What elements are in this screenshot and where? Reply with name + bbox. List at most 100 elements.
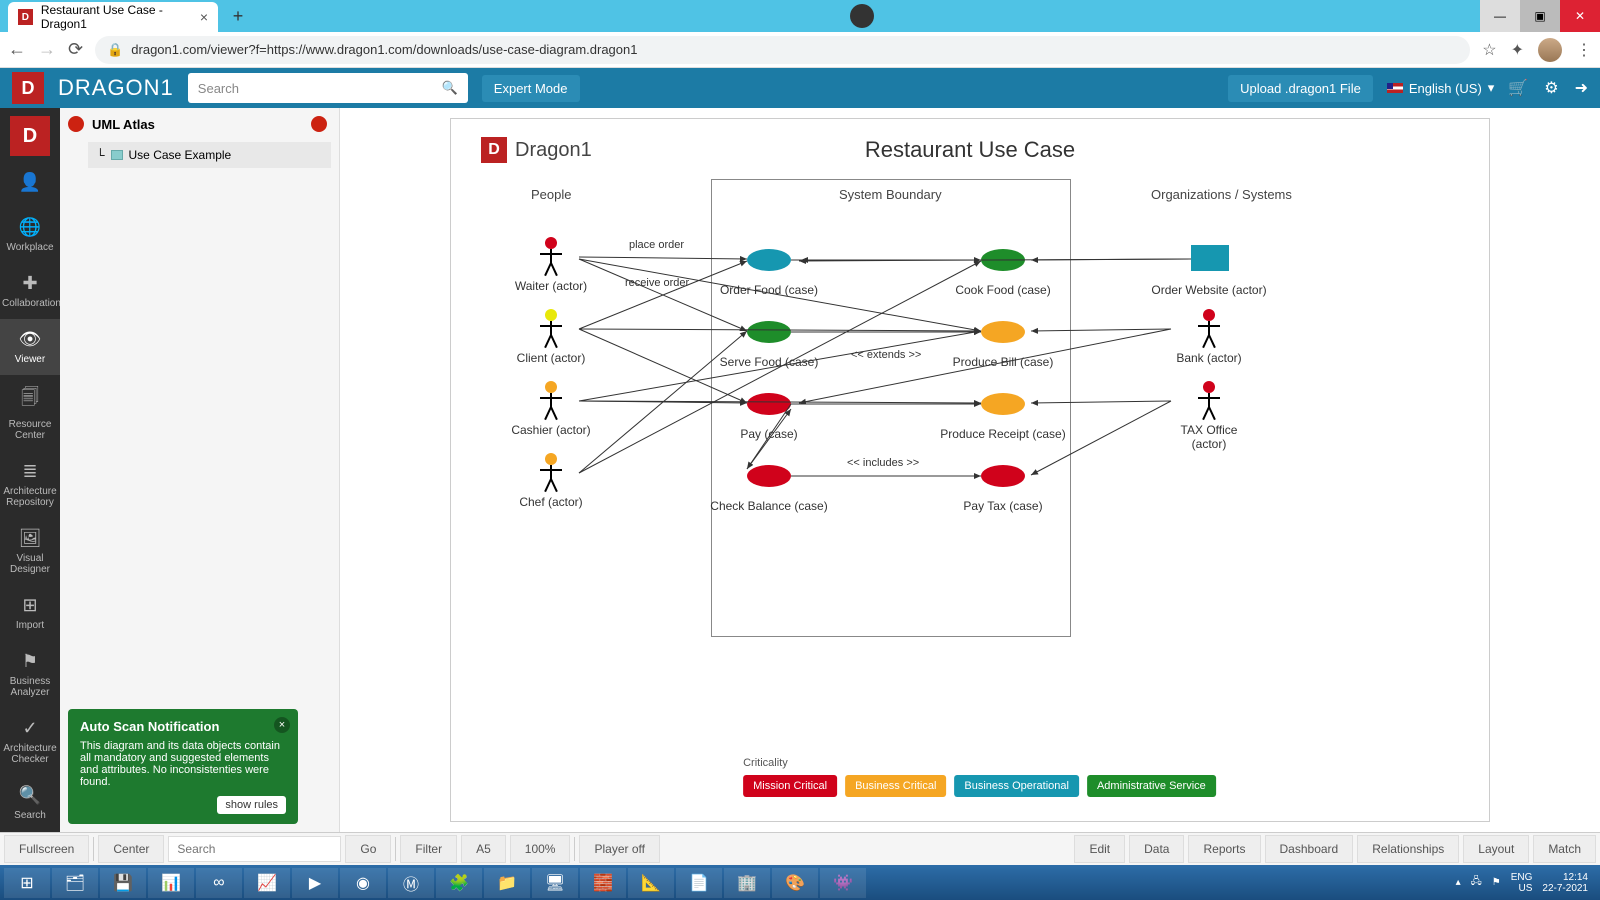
fullscreen-button[interactable]: Fullscreen	[4, 835, 89, 863]
nav-biz-analyzer[interactable]: ⚑Business Analyzer	[0, 641, 60, 708]
taskbar-folder[interactable]: 📁	[484, 868, 530, 898]
browser-tab[interactable]: D Restaurant Use Case - Dragon1 ×	[8, 2, 218, 32]
case-balance[interactable]	[747, 465, 791, 487]
expert-mode-button[interactable]: Expert Mode	[482, 75, 580, 102]
taskbar-app5[interactable]: 🖥	[532, 868, 578, 898]
window-max-button[interactable]: ▣	[1520, 0, 1560, 32]
profile-avatar[interactable]	[1538, 38, 1562, 62]
legend-mission: Mission Critical	[743, 775, 837, 797]
actor-tax[interactable]: TAX Office (actor)	[1169, 381, 1249, 451]
taskbar-mwb[interactable]: Ⓜ	[388, 868, 434, 898]
filter-button[interactable]: Filter	[400, 835, 457, 863]
star-icon[interactable]: ☆	[1482, 40, 1496, 60]
case-order[interactable]	[747, 249, 791, 271]
player-button[interactable]: Player off	[579, 835, 659, 863]
actor-chef[interactable]: Chef (actor)	[511, 453, 591, 509]
tree-item[interactable]: └ Use Case Example	[88, 142, 331, 168]
logout-icon[interactable]: ➜	[1575, 78, 1588, 98]
case-serve[interactable]	[747, 321, 791, 343]
taskbar-ps[interactable]: ▶	[292, 868, 338, 898]
nav-logo[interactable]: D	[10, 116, 50, 156]
taskbar-chrome[interactable]: ◉	[340, 868, 386, 898]
actor-bank[interactable]: Bank (actor)	[1169, 309, 1249, 365]
taskbar-app2[interactable]: ∞	[196, 868, 242, 898]
new-tab-button[interactable]: +	[224, 2, 252, 30]
nav-search[interactable]: 🔍Search	[0, 775, 60, 831]
taskbar-app1[interactable]: 📊	[148, 868, 194, 898]
taskbar-paint[interactable]: 🎨	[772, 868, 818, 898]
taskbar-app8[interactable]: 🏢	[724, 868, 770, 898]
language-selector[interactable]: English (US) ▾	[1387, 80, 1495, 96]
cart-icon[interactable]: 🛒	[1508, 78, 1528, 98]
relationships-button[interactable]: Relationships	[1357, 835, 1459, 863]
a5-button[interactable]: A5	[461, 835, 506, 863]
taskbar-app6[interactable]: 🧱	[580, 868, 626, 898]
tray-up-icon[interactable]: ▴	[1456, 877, 1461, 888]
window-close-button[interactable]: ✕	[1560, 0, 1600, 32]
url-field[interactable]: 🔒 dragon1.com/viewer?f=https://www.drago…	[95, 36, 1470, 64]
nav-arch-repo[interactable]: ≣Architecture Repository	[0, 451, 60, 518]
gear-icon[interactable]: ⚙	[1544, 78, 1558, 98]
nav-arch-checker[interactable]: ✓Architecture Checker	[0, 708, 60, 775]
upload-button[interactable]: Upload .dragon1 File	[1228, 75, 1373, 102]
actor-website[interactable]	[1191, 245, 1229, 271]
zoom-label[interactable]: 100%	[510, 835, 571, 863]
case-pay[interactable]	[747, 393, 791, 415]
tray-net-icon[interactable]: 🖧	[1471, 874, 1482, 891]
nav-collaboration[interactable]: ✚Collaboration	[0, 263, 60, 319]
taskbar-app3[interactable]: 📈	[244, 868, 290, 898]
show-rules-button[interactable]: show rules	[217, 796, 286, 814]
search-placeholder: Search	[198, 81, 239, 96]
chrome-account-icon[interactable]	[850, 4, 874, 28]
notification-close-icon[interactable]: ×	[274, 717, 290, 733]
tree-root[interactable]: UML Atlas	[68, 116, 331, 132]
nav-fwd-icon[interactable]: →	[38, 39, 56, 60]
file-icon	[111, 150, 123, 160]
tab-close-icon[interactable]: ×	[200, 9, 208, 25]
start-button[interactable]: ⊞	[4, 868, 50, 898]
taskbar-pdf[interactable]: 📄	[676, 868, 722, 898]
address-bar: ← → ⟳ 🔒 dragon1.com/viewer?f=https://www…	[0, 32, 1600, 68]
search-input[interactable]: Search 🔍	[188, 73, 468, 103]
nav-workplace[interactable]: 🌐Workplace	[0, 207, 60, 263]
edit-button[interactable]: Edit	[1074, 835, 1125, 863]
notification-title: Auto Scan Notification	[80, 719, 286, 734]
window-min-button[interactable]: —	[1480, 0, 1520, 32]
bottom-search-input[interactable]	[168, 836, 341, 862]
bottom-toolbar: Fullscreen Center Go Filter A5 100% Play…	[0, 832, 1600, 865]
go-button[interactable]: Go	[345, 835, 391, 863]
taskbar-explorer[interactable]: 🗂	[52, 868, 98, 898]
nav-viewer[interactable]: 👁Viewer	[0, 319, 60, 375]
case-cook[interactable]	[981, 249, 1025, 271]
nav-resource-center[interactable]: 🗐Resource Center	[0, 375, 60, 451]
center-button[interactable]: Center	[98, 835, 164, 863]
actor-cashier[interactable]: Cashier (actor)	[511, 381, 591, 437]
layout-button[interactable]: Layout	[1463, 835, 1529, 863]
data-button[interactable]: Data	[1129, 835, 1184, 863]
actor-waiter[interactable]: Waiter (actor)	[511, 237, 591, 293]
nav-reload-icon[interactable]: ⟳	[68, 39, 83, 60]
taskbar-app4[interactable]: 🧩	[436, 868, 482, 898]
taskbar-app9[interactable]: 👾	[820, 868, 866, 898]
app-header: D DRAGON1 Search 🔍 Expert Mode Upload .d…	[0, 68, 1600, 108]
case-bill[interactable]	[981, 321, 1025, 343]
taskbar-save[interactable]: 💾	[100, 868, 146, 898]
diagram-canvas[interactable]: DDragon1 Restaurant Use Case People Syst…	[450, 118, 1490, 822]
tray-flag-icon[interactable]: ⚑	[1492, 877, 1501, 888]
kebab-icon[interactable]: ⋮	[1576, 40, 1592, 60]
nav-profile[interactable]: 👤	[0, 162, 60, 207]
match-button[interactable]: Match	[1533, 835, 1596, 863]
search-icon[interactable]: 🔍	[442, 80, 458, 96]
actor-client[interactable]: Client (actor)	[511, 309, 591, 365]
case-tax[interactable]	[981, 465, 1025, 487]
nav-back-icon[interactable]: ←	[8, 39, 26, 60]
edge-extends: << extends >>	[851, 349, 921, 361]
nav-import[interactable]: ⊞Import	[0, 585, 60, 641]
nav-visual-designer[interactable]: 🖼Visual Designer	[0, 518, 60, 585]
extensions-icon[interactable]: ✦	[1511, 40, 1524, 60]
reports-button[interactable]: Reports	[1188, 835, 1260, 863]
taskbar-app7[interactable]: 📐	[628, 868, 674, 898]
case-receipt[interactable]	[981, 393, 1025, 415]
dashboard-button[interactable]: Dashboard	[1265, 835, 1354, 863]
app-logo[interactable]: D	[12, 72, 44, 104]
